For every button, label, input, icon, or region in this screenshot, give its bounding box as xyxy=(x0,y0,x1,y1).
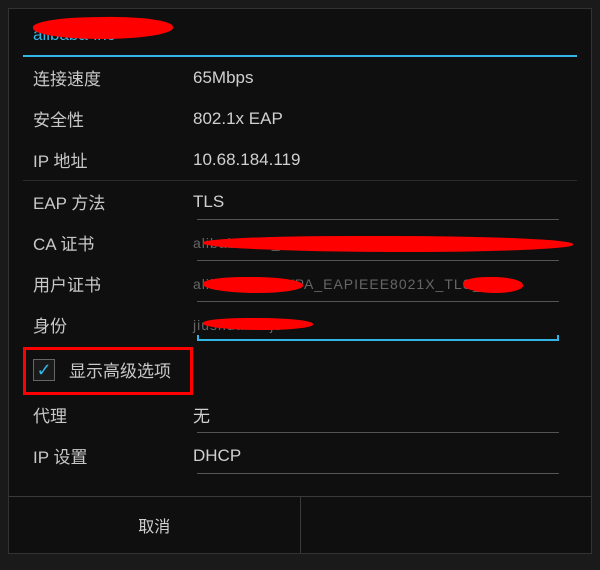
ca-cert-row[interactable]: CA 证书 alibaba-inc_WPA_EAPIEEE8021X_TLS_N… xyxy=(23,222,577,263)
security-label: 安全性 xyxy=(23,106,183,131)
ip-settings-value: DHCP xyxy=(183,446,577,466)
eap-method-row[interactable]: EAP 方法 TLS xyxy=(23,181,577,222)
link-speed-row: 连接速度 65Mbps xyxy=(23,57,577,98)
link-speed-label: 连接速度 xyxy=(23,65,183,90)
dropdown-underline xyxy=(197,219,559,220)
dropdown-underline xyxy=(197,301,559,302)
dialog-button-bar: 取消 xyxy=(9,496,591,553)
eap-method-value: TLS xyxy=(183,192,577,212)
dropdown-underline xyxy=(197,473,559,474)
user-cert-label: 用户证书 xyxy=(23,271,183,296)
eap-method-label: EAP 方法 xyxy=(23,189,183,214)
input-underline xyxy=(197,339,559,341)
ip-settings-row[interactable]: IP 设置 DHCP xyxy=(23,435,577,476)
show-advanced-checkbox[interactable]: ✓ xyxy=(33,359,55,381)
proxy-value: 无 xyxy=(183,402,577,427)
ip-settings-label: IP 设置 xyxy=(23,443,183,468)
cancel-button[interactable]: 取消 xyxy=(9,497,300,553)
save-button[interactable] xyxy=(301,497,592,553)
ca-cert-label: CA 证书 xyxy=(23,230,183,255)
ip-value: 10.68.184.119 xyxy=(183,150,577,170)
ip-row: IP 地址 10.68.184.119 xyxy=(23,139,577,180)
dialog-title-area: alibaba-inc xyxy=(9,9,591,55)
security-value: 802.1x EAP xyxy=(183,109,577,129)
link-speed-value: 65Mbps xyxy=(183,68,577,88)
proxy-row[interactable]: 代理 无 xyxy=(23,394,577,435)
wifi-settings-dialog: alibaba-inc 连接速度 65Mbps 安全性 802.1x EAP I… xyxy=(8,8,592,554)
show-advanced-row[interactable]: ✓ 显示高级选项 xyxy=(9,345,591,394)
identity-row[interactable]: 身份 jiushuai.xujs xyxy=(23,304,577,345)
proxy-label: 代理 xyxy=(23,402,183,427)
check-icon: ✓ xyxy=(36,361,51,379)
show-advanced-label: 显示高级选项 xyxy=(69,357,171,382)
dropdown-underline xyxy=(197,432,559,433)
ip-label: IP 地址 xyxy=(23,147,183,172)
dropdown-underline xyxy=(197,260,559,261)
security-row: 安全性 802.1x EAP xyxy=(23,98,577,139)
user-cert-row[interactable]: 用户证书 alibaba-inc_WPA_EAPIEEE8021X_TLS_NU… xyxy=(23,263,577,304)
identity-label: 身份 xyxy=(23,312,183,337)
